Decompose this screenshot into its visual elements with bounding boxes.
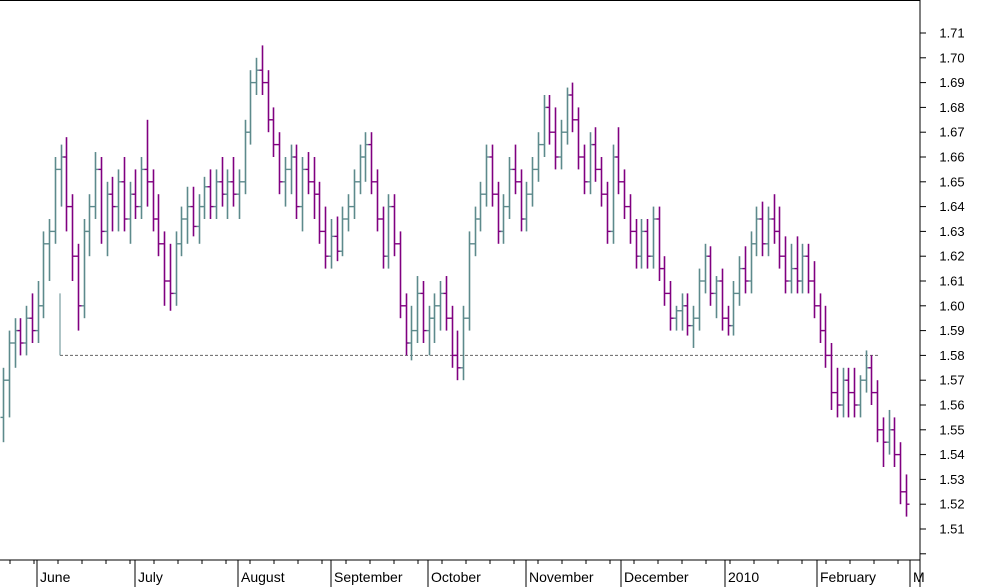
y-tick-label: 1.69 bbox=[939, 75, 964, 90]
y-tick-label: 1.55 bbox=[939, 422, 964, 437]
x-month-label: July bbox=[138, 569, 163, 585]
x-month-label: November bbox=[529, 569, 594, 585]
x-month-label: M bbox=[913, 569, 925, 585]
x-month-label: February bbox=[820, 569, 876, 585]
y-tick-label: 1.58 bbox=[939, 348, 964, 363]
y-tick-label: 1.63 bbox=[939, 224, 964, 239]
x-month-label: August bbox=[241, 569, 285, 585]
x-month-label: June bbox=[40, 569, 71, 585]
y-tick-label: 1.57 bbox=[939, 373, 964, 388]
y-tick-label: 1.65 bbox=[939, 174, 964, 189]
y-tick-label: 1.56 bbox=[939, 398, 964, 413]
y-tick-label: 1.71 bbox=[939, 26, 964, 41]
x-month-label: October bbox=[431, 569, 481, 585]
y-tick-label: 1.67 bbox=[939, 125, 964, 140]
y-tick-label: 1.51 bbox=[939, 522, 964, 537]
y-tick-label: 1.59 bbox=[939, 323, 964, 338]
price-chart: 1.51 1.52 1.53 1.54 1.55 1.56 1.57 1.58 1.59 1.60… bbox=[0, 0, 985, 587]
y-tick-label: 1.52 bbox=[939, 497, 964, 512]
y-tick-label: 1.68 bbox=[939, 100, 964, 115]
chart-background bbox=[0, 0, 985, 587]
y-tick-label: 1.60 bbox=[939, 298, 964, 313]
y-tick-label: 1.54 bbox=[939, 447, 964, 462]
x-month-label: September bbox=[334, 569, 403, 585]
x-month-label: 2010 bbox=[728, 569, 759, 585]
y-tick-label: 1.62 bbox=[939, 249, 964, 264]
y-tick-label: 1.61 bbox=[939, 274, 964, 289]
y-tick-label: 1.53 bbox=[939, 472, 964, 487]
y-tick-label: 1.64 bbox=[939, 199, 964, 214]
y-tick-label: 1.66 bbox=[939, 150, 964, 165]
x-month-label: December bbox=[624, 569, 689, 585]
y-tick-label: 1.70 bbox=[939, 50, 964, 65]
